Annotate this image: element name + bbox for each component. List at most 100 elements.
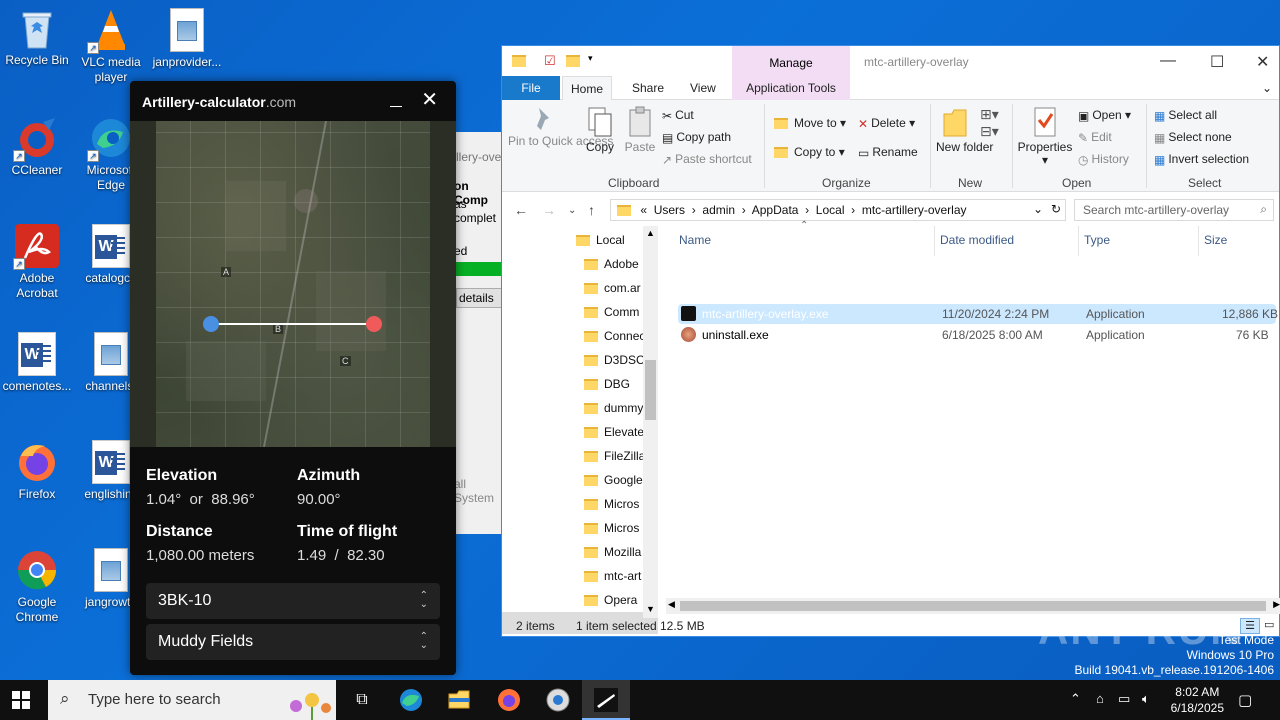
- move-to-button[interactable]: Move to ▾: [774, 116, 846, 130]
- desktop-icon-chrome[interactable]: Google Chrome: [0, 548, 74, 625]
- nav-item[interactable]: com.ar: [584, 281, 641, 295]
- breadcrumb-overflow[interactable]: «: [640, 203, 647, 217]
- copy-path-button[interactable]: ▤ Copy path: [662, 130, 731, 145]
- desktop-icon-ccleaner[interactable]: ↗ CCleaner: [0, 116, 74, 178]
- column-header-date[interactable]: Date modified: [940, 233, 1014, 247]
- nav-pane-scrollbar[interactable]: ▲ ▼: [643, 226, 658, 618]
- column-header-size[interactable]: Size: [1204, 233, 1227, 247]
- nav-item-mtc-artillery-overlay[interactable]: mtc-art: [584, 569, 641, 583]
- weapon-select[interactable]: 3BK-10 ⌃ ⌄: [146, 583, 440, 619]
- mortar-position-marker[interactable]: [203, 316, 219, 332]
- desktop-icon-recycle-bin[interactable]: Recycle Bin: [0, 8, 74, 68]
- action-center-tray-icon[interactable]: ▭: [1118, 691, 1130, 707]
- file-row[interactable]: mtc-artillery-overlay.exe 11/20/2024 2:2…: [678, 304, 1278, 324]
- large-icons-view-icon[interactable]: ▭: [1264, 618, 1274, 631]
- breadcrumb-local[interactable]: Local: [816, 203, 845, 217]
- show-details-button[interactable]: details: [456, 288, 502, 308]
- task-view-icon[interactable]: ⧉: [350, 688, 374, 712]
- volume-icon[interactable]: 🔈︎: [1142, 691, 1150, 707]
- start-button[interactable]: [12, 691, 30, 709]
- paste-shortcut-button[interactable]: ↗ Paste shortcut: [662, 152, 752, 167]
- refresh-icon[interactable]: ↻: [1051, 202, 1061, 216]
- edit-button[interactable]: ✎ Edit: [1078, 130, 1112, 145]
- invert-selection-button[interactable]: ▦ Invert selection: [1154, 152, 1249, 167]
- nav-item[interactable]: FileZilla: [584, 449, 645, 463]
- nav-item[interactable]: Comm: [584, 305, 639, 319]
- tab-home[interactable]: Home: [562, 76, 612, 101]
- rename-button[interactable]: ▭ Rename: [858, 145, 918, 160]
- close-button[interactable]: ✕: [1256, 52, 1269, 72]
- nav-item-local[interactable]: Local: [576, 233, 625, 247]
- recent-locations-icon[interactable]: ⌄: [568, 205, 576, 216]
- paste-button[interactable]: Paste: [622, 106, 658, 154]
- address-dropdown-icon[interactable]: ⌄: [1033, 202, 1043, 216]
- nav-item[interactable]: Connec: [584, 329, 645, 343]
- select-all-button[interactable]: ▦ Select all: [1154, 108, 1217, 123]
- breadcrumb-appdata[interactable]: AppData: [752, 203, 799, 217]
- nav-item[interactable]: Mozilla: [584, 545, 641, 559]
- properties-quick-icon[interactable]: ☑: [544, 53, 558, 69]
- properties-button[interactable]: Properties ▾: [1016, 106, 1074, 167]
- open-button[interactable]: ▣ Open ▾: [1078, 108, 1131, 123]
- desktop-icon-vlc[interactable]: ↗ VLC media player: [74, 8, 148, 85]
- nav-item[interactable]: Elevate: [584, 425, 644, 439]
- breadcrumb-admin[interactable]: admin: [702, 203, 735, 217]
- installer-taskbar-icon[interactable]: [546, 688, 570, 712]
- taskbar-search-box[interactable]: ⌕ Type here to search: [48, 680, 336, 720]
- column-header-name[interactable]: Name: [679, 233, 711, 247]
- edge-taskbar-icon[interactable]: [399, 688, 423, 712]
- nav-item[interactable]: Micros: [584, 497, 639, 511]
- nav-item[interactable]: D3DSCa: [584, 353, 651, 367]
- file-explorer-taskbar-icon[interactable]: [447, 688, 471, 712]
- ribbon-expand-icon[interactable]: ⌄: [1262, 81, 1272, 95]
- artillery-taskbar-button[interactable]: [582, 680, 630, 720]
- nav-item[interactable]: Adobe: [584, 257, 639, 271]
- network-icon[interactable]: ⌂: [1096, 691, 1104, 706]
- breadcrumb-users[interactable]: Users: [654, 203, 685, 217]
- copy-to-button[interactable]: Copy to ▾: [774, 145, 845, 159]
- desktop-icon-acrobat[interactable]: ↗ Adobe Acrobat: [0, 224, 74, 301]
- forward-button[interactable]: →: [542, 202, 556, 218]
- delete-button[interactable]: ✕ Delete ▾: [858, 116, 915, 131]
- close-button[interactable]: ✕: [421, 90, 438, 110]
- target-position-marker[interactable]: [366, 316, 382, 332]
- column-header-type[interactable]: Type: [1084, 233, 1110, 247]
- new-folder-button[interactable]: New folder: [936, 106, 993, 154]
- firefox-taskbar-icon[interactable]: [497, 688, 521, 712]
- cut-button[interactable]: ✂ Cut: [662, 108, 694, 123]
- new-folder-quick-icon[interactable]: [566, 53, 580, 69]
- nav-item[interactable]: Google: [584, 473, 643, 487]
- details-view-icon[interactable]: ☰: [1240, 618, 1260, 634]
- desktop-icon-firefox[interactable]: Firefox: [0, 440, 74, 502]
- map-select[interactable]: Muddy Fields ⌃ ⌄: [146, 624, 440, 660]
- history-button[interactable]: ◷ History: [1078, 152, 1129, 167]
- scroll-right-icon[interactable]: ▶: [1273, 599, 1280, 610]
- copy-button[interactable]: Copy: [582, 106, 618, 154]
- nav-item[interactable]: Opera: [584, 593, 637, 607]
- minimize-button[interactable]: [390, 91, 404, 111]
- system-clock[interactable]: 8:02 AM 6/18/2025: [1171, 684, 1224, 716]
- show-hidden-icons[interactable]: ⌃: [1070, 691, 1081, 707]
- scroll-up-icon[interactable]: ▲: [646, 228, 655, 238]
- tab-share[interactable]: Share: [632, 81, 664, 95]
- desktop-icon-comenotes[interactable]: comenotes...: [0, 332, 74, 394]
- file-row[interactable]: uninstall.exe 6/18/2025 8:00 AM Applicat…: [678, 325, 1276, 345]
- scroll-down-icon[interactable]: ▼: [646, 604, 655, 614]
- tab-file[interactable]: File: [502, 76, 560, 100]
- map-view[interactable]: A B C: [130, 121, 456, 447]
- tab-view[interactable]: View: [690, 81, 716, 95]
- map-image[interactable]: [156, 121, 430, 447]
- notifications-icon[interactable]: ▢: [1238, 691, 1252, 709]
- address-bar[interactable]: « Users › admin › AppData › Local › mtc-…: [610, 199, 1066, 221]
- desktop-icon-janprovider[interactable]: janprovider...: [150, 8, 224, 70]
- maximize-button[interactable]: ☐: [1210, 52, 1224, 72]
- nav-item[interactable]: Micros: [584, 521, 639, 535]
- select-none-button[interactable]: ▦ Select none: [1154, 130, 1232, 145]
- breadcrumb-current[interactable]: mtc-artillery-overlay: [862, 203, 967, 217]
- back-button[interactable]: ←: [514, 202, 528, 218]
- minimize-button[interactable]: —: [1160, 52, 1176, 70]
- nav-item[interactable]: DBG: [584, 377, 630, 391]
- pin-to-quick-access-button[interactable]: Pin to Quick access: [508, 106, 613, 148]
- up-button[interactable]: ↑: [588, 202, 595, 218]
- new-item-button[interactable]: ⊞▾ ⊟▾: [980, 106, 999, 140]
